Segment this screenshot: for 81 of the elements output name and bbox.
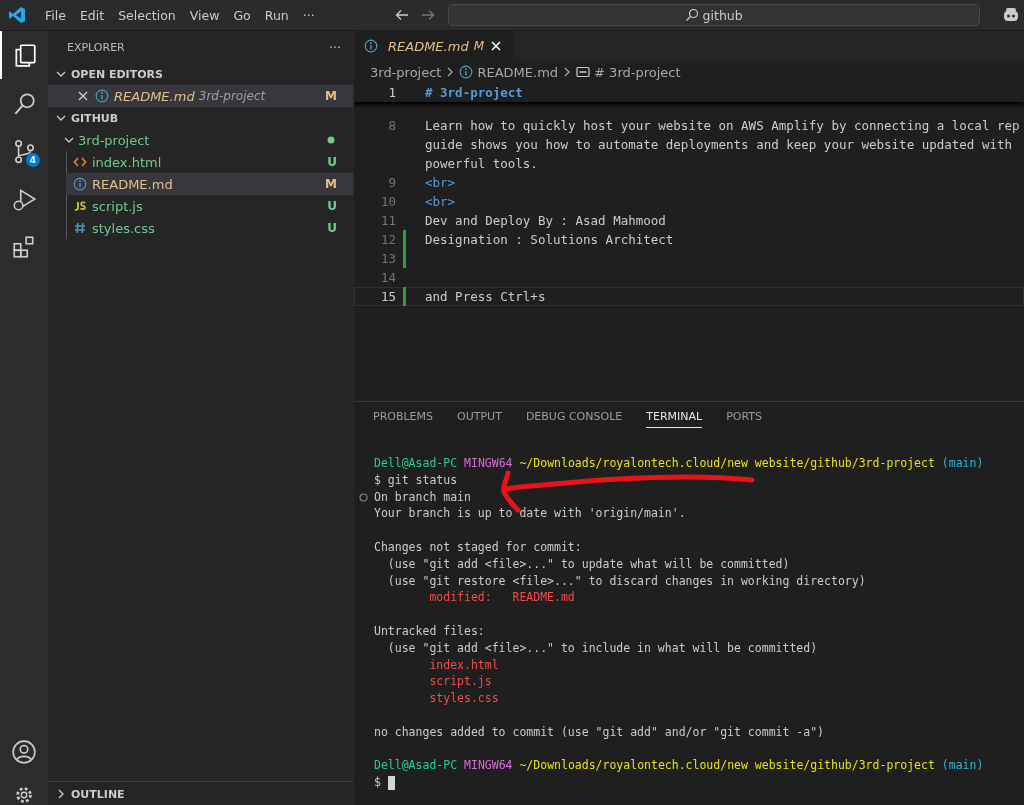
terminal-line: Changes not staged for commit: xyxy=(374,540,582,554)
terminal-line: (use "git restore <file>..." to discard changes in working directory) xyxy=(386,573,866,588)
terminal-line: index.html xyxy=(428,657,499,672)
line-number: 9 xyxy=(387,174,396,192)
panel-tab[interactable]: OUTPUT xyxy=(457,410,502,427)
robot-icon[interactable] xyxy=(1002,6,1020,24)
terminal-line: script.js xyxy=(428,674,492,689)
code-line: <br> xyxy=(425,174,456,192)
line-number: 15 xyxy=(379,288,396,306)
forward-arrow-icon[interactable] xyxy=(419,7,436,23)
explorer-entry[interactable]: index.html U xyxy=(66,151,353,173)
app-logo[interactable] xyxy=(8,6,26,24)
breadcrumb[interactable]: README.md xyxy=(459,64,559,80)
line-number: 12 xyxy=(379,231,396,249)
line-number: 1 xyxy=(387,84,396,102)
code-line: Learn how to quickly host your website on AWS Amplify by connecting a local rep guide shows you how to automate deployments and keep your website updated with powerful tools. xyxy=(425,117,1020,173)
explorer-entry[interactable]: styles.css U xyxy=(66,217,353,239)
run-debug-icon[interactable] xyxy=(11,186,37,212)
menu-item[interactable]: Selection xyxy=(111,5,183,25)
terminal-prompt: Dell@Asad-PC MINGW64 ~/Downloads/royalontech.cloud/new website/github/3rd-project (main) xyxy=(374,456,984,470)
back-arrow-icon[interactable] xyxy=(393,7,410,23)
breadcrumb[interactable]: # 3rd-project xyxy=(576,64,681,80)
terminal-line: $ git status xyxy=(374,472,458,487)
folder-item[interactable]: 3rd-project xyxy=(48,129,353,151)
line-number: 8 xyxy=(387,117,396,135)
explorer-entry[interactable]: script.js U xyxy=(66,195,353,217)
count-badge: 4 xyxy=(26,153,40,167)
close-icon[interactable] xyxy=(76,89,90,103)
menu-item[interactable]: ··· xyxy=(295,5,322,25)
explorer-entry[interactable]: README.md M xyxy=(66,173,353,195)
code-line: Designation : Solutions Architect xyxy=(425,231,674,249)
section-header[interactable]: OPEN EDITORS xyxy=(48,63,353,85)
info-icon xyxy=(459,65,474,79)
panel-tab[interactable]: PROBLEMS xyxy=(373,410,434,427)
search-field[interactable]: github xyxy=(447,4,980,26)
terminal-line: Your branch is up to date with 'origin/main'. xyxy=(374,506,686,521)
terminal-line: On branch main xyxy=(374,489,471,504)
terminal-cursor xyxy=(387,775,395,790)
menu-item[interactable]: Edit xyxy=(72,5,112,25)
info-icon xyxy=(73,177,87,191)
panel-tab[interactable]: DEBUG CONSOLE xyxy=(525,410,623,427)
code-line: and Press Ctrl+s xyxy=(425,288,546,306)
code-line: Dev and Deploy By : Asad Mahmood xyxy=(425,212,666,230)
line-number: 13 xyxy=(379,250,396,268)
more-actions[interactable]: ··· xyxy=(329,39,341,55)
code-line: # 3rd-project xyxy=(425,84,523,102)
breadcrumb[interactable]: 3rd-project xyxy=(370,64,442,80)
line-number: 10 xyxy=(379,193,396,211)
sidebar-title: EXPLORER xyxy=(67,40,125,54)
editor-tab[interactable]: README.md M xyxy=(354,31,513,61)
js-icon xyxy=(73,199,87,213)
account-icon[interactable] xyxy=(11,739,37,765)
menu-item[interactable]: Run xyxy=(257,5,296,25)
terminal-line: (use "git add <file>..." to include in what will be committed) xyxy=(386,640,818,655)
terminal-prompt: Dell@Asad-PC MINGW64 ~/Downloads/royalontech.cloud/new website/github/3rd-project (main) xyxy=(374,758,984,773)
terminal-line: modified: README.md xyxy=(428,590,575,605)
explorer-icon[interactable] xyxy=(12,42,38,68)
info-icon xyxy=(364,39,378,53)
section-header[interactable]: OUTLINE xyxy=(48,781,353,805)
info-icon xyxy=(95,89,109,103)
symbol-icon xyxy=(576,66,591,78)
menu-item[interactable]: Go xyxy=(226,5,258,25)
terminal-line: styles.css xyxy=(428,691,499,706)
circle-icon[interactable] xyxy=(359,492,368,502)
line-number: 11 xyxy=(379,212,396,230)
search-icon xyxy=(684,8,699,22)
code-brackets-icon xyxy=(73,155,87,169)
section-header[interactable]: GITHUB xyxy=(48,107,353,129)
close-icon[interactable] xyxy=(489,39,503,53)
open-editor-item[interactable]: README.md 3rd-project M xyxy=(48,85,353,107)
terminal-line: (use "git add <file>..." to update what will be committed) xyxy=(386,556,790,571)
terminal-line: Untracked files: xyxy=(374,623,485,638)
terminal-prompt: $ xyxy=(374,775,381,790)
code-line: <br> xyxy=(425,193,456,211)
panel-tab[interactable]: PORTS xyxy=(726,410,762,427)
menu-item[interactable]: File xyxy=(38,5,73,25)
terminal-line: no changes added to commit (use "git add" and/or "git commit -a") xyxy=(374,724,825,739)
menu-item[interactable]: View xyxy=(182,5,227,25)
line-number: 14 xyxy=(379,269,396,287)
hash-icon xyxy=(73,221,87,235)
panel-tab[interactable]: TERMINAL xyxy=(646,410,703,428)
